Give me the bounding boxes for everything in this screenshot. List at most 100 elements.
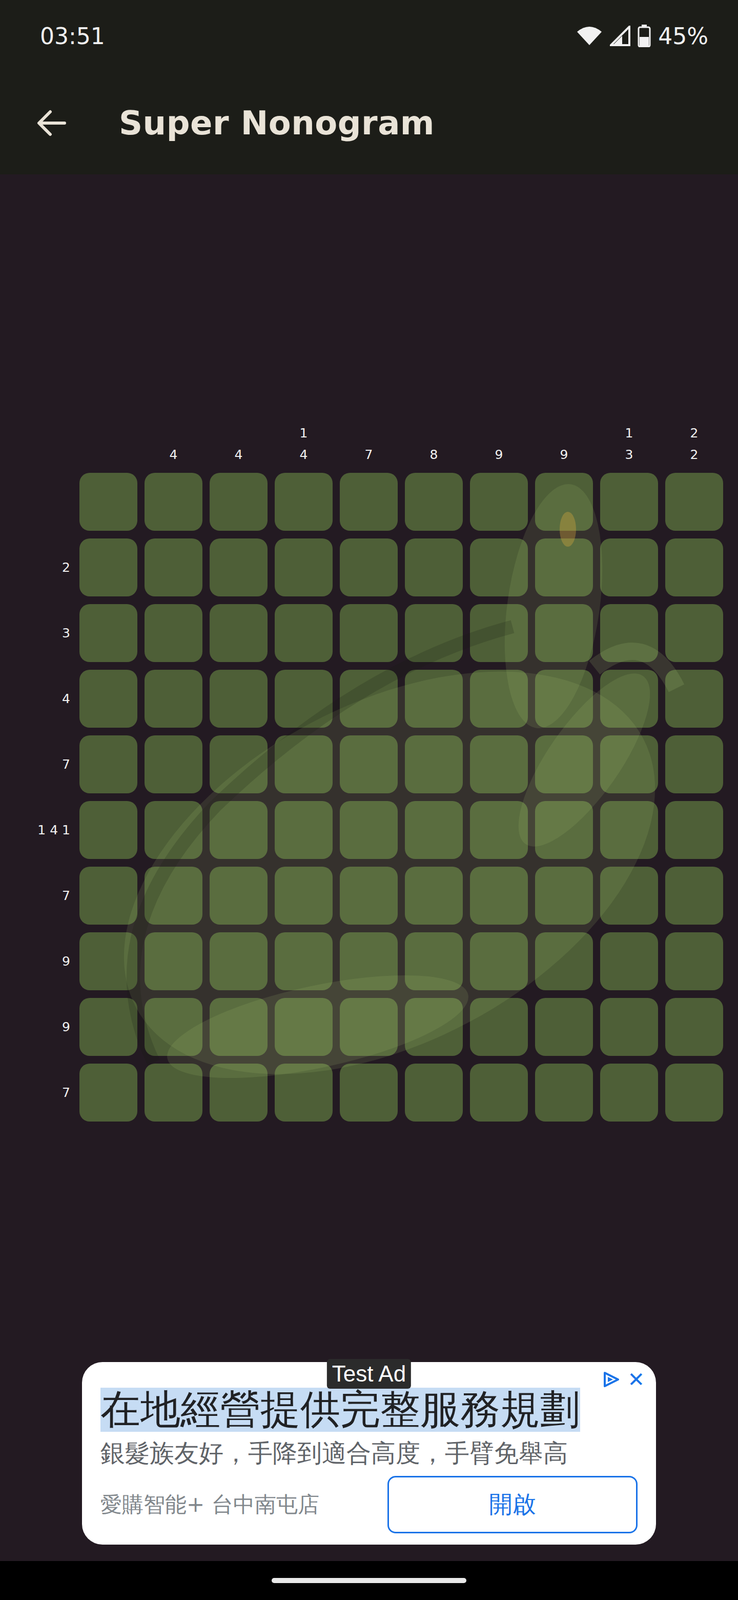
grid-cell[interactable] (665, 669, 724, 728)
grid-cell[interactable] (209, 997, 268, 1056)
grid-cell[interactable] (469, 538, 528, 597)
grid-cell[interactable] (274, 734, 333, 793)
grid-cell[interactable] (469, 800, 528, 859)
grid-cell[interactable] (339, 800, 398, 859)
grid-cell[interactable] (404, 866, 463, 925)
grid-cell[interactable] (144, 866, 203, 925)
grid-cell[interactable] (339, 603, 398, 662)
ad-close-button[interactable]: ✕ (627, 1368, 645, 1389)
grid-cell[interactable] (79, 866, 138, 925)
grid-cell[interactable] (274, 931, 333, 990)
grid-cell[interactable] (79, 1062, 138, 1121)
grid-cell[interactable] (144, 931, 203, 990)
grid-cell[interactable] (469, 997, 528, 1056)
grid-cell[interactable] (274, 1062, 333, 1121)
grid-cell[interactable] (404, 997, 463, 1056)
grid-cell[interactable] (600, 669, 659, 728)
grid-cell[interactable] (469, 866, 528, 925)
grid-cell[interactable] (209, 472, 268, 531)
grid-cell[interactable] (144, 538, 203, 597)
back-button[interactable] (30, 102, 72, 144)
grid-cell[interactable] (535, 603, 593, 662)
grid-cell[interactable] (469, 931, 528, 990)
grid-cell[interactable] (665, 997, 724, 1056)
grid-cell[interactable] (404, 931, 463, 990)
grid-cell[interactable] (535, 1062, 593, 1121)
grid-cell[interactable] (79, 669, 138, 728)
grid-cell[interactable] (79, 538, 138, 597)
grid-cell[interactable] (469, 603, 528, 662)
grid-cell[interactable] (339, 669, 398, 728)
grid-cell[interactable] (144, 997, 203, 1056)
grid-cell[interactable] (209, 669, 268, 728)
grid-cell[interactable] (404, 800, 463, 859)
grid-cell[interactable] (535, 669, 593, 728)
grid-cell[interactable] (665, 734, 724, 793)
grid-cell[interactable] (535, 538, 593, 597)
grid-cell[interactable] (339, 538, 398, 597)
grid-cell[interactable] (600, 734, 659, 793)
grid-cell[interactable] (404, 734, 463, 793)
grid-cell[interactable] (209, 800, 268, 859)
grid-cell[interactable] (339, 472, 398, 531)
grid-cell[interactable] (535, 800, 593, 859)
grid-cell[interactable] (404, 538, 463, 597)
grid-cell[interactable] (600, 866, 659, 925)
grid-cell[interactable] (209, 734, 268, 793)
grid-cell[interactable] (600, 1062, 659, 1121)
grid-cell[interactable] (665, 603, 724, 662)
grid-cell[interactable] (469, 669, 528, 728)
grid-cell[interactable] (600, 800, 659, 859)
grid-cell[interactable] (339, 866, 398, 925)
ad-card[interactable]: Test Ad✕在地經營提供完整服務規劃銀髮族友好，手降到適合高度，手臂免舉高愛… (82, 1361, 656, 1544)
grid-cell[interactable] (469, 734, 528, 793)
grid-cell[interactable] (79, 472, 138, 531)
grid-cell[interactable] (209, 538, 268, 597)
grid-cell[interactable] (209, 1062, 268, 1121)
grid-cell[interactable] (600, 538, 659, 597)
grid-cell[interactable] (274, 603, 333, 662)
grid-cell[interactable] (404, 669, 463, 728)
grid-cell[interactable] (339, 997, 398, 1056)
grid-cell[interactable] (665, 538, 724, 597)
grid-cell[interactable] (79, 800, 138, 859)
grid-cell[interactable] (535, 734, 593, 793)
grid-cell[interactable] (144, 603, 203, 662)
grid-cell[interactable] (209, 603, 268, 662)
grid-cell[interactable] (274, 997, 333, 1056)
grid-cell[interactable] (144, 734, 203, 793)
grid-cell[interactable] (600, 472, 659, 531)
grid-cell[interactable] (79, 997, 138, 1056)
grid-cell[interactable] (665, 866, 724, 925)
grid-cell[interactable] (600, 931, 659, 990)
grid-cell[interactable] (274, 472, 333, 531)
grid-cell[interactable] (339, 734, 398, 793)
grid-cell[interactable] (79, 931, 138, 990)
grid-cell[interactable] (339, 1062, 398, 1121)
grid-cell[interactable] (274, 866, 333, 925)
grid-cell[interactable] (274, 800, 333, 859)
grid-cell[interactable] (535, 997, 593, 1056)
grid-cell[interactable] (404, 1062, 463, 1121)
grid-cell[interactable] (209, 866, 268, 925)
grid-cell[interactable] (144, 1062, 203, 1121)
grid-cell[interactable] (274, 538, 333, 597)
grid-cell[interactable] (665, 472, 724, 531)
grid-cell[interactable] (600, 997, 659, 1056)
grid-cell[interactable] (469, 472, 528, 531)
grid-cell[interactable] (79, 603, 138, 662)
grid-cell[interactable] (600, 603, 659, 662)
grid-cell[interactable] (404, 472, 463, 531)
grid-cell[interactable] (665, 931, 724, 990)
grid-cell[interactable] (144, 472, 203, 531)
grid-cell[interactable] (665, 800, 724, 859)
gesture-handle[interactable] (271, 1576, 467, 1583)
grid-cell[interactable] (209, 931, 268, 990)
grid-cell[interactable] (469, 1062, 528, 1121)
grid-cell[interactable] (404, 603, 463, 662)
ad-open-button[interactable]: 開啟 (387, 1474, 638, 1533)
grid-cell[interactable] (274, 669, 333, 728)
grid-cell[interactable] (535, 931, 593, 990)
grid-cell[interactable] (79, 734, 138, 793)
grid-cell[interactable] (665, 1062, 724, 1121)
